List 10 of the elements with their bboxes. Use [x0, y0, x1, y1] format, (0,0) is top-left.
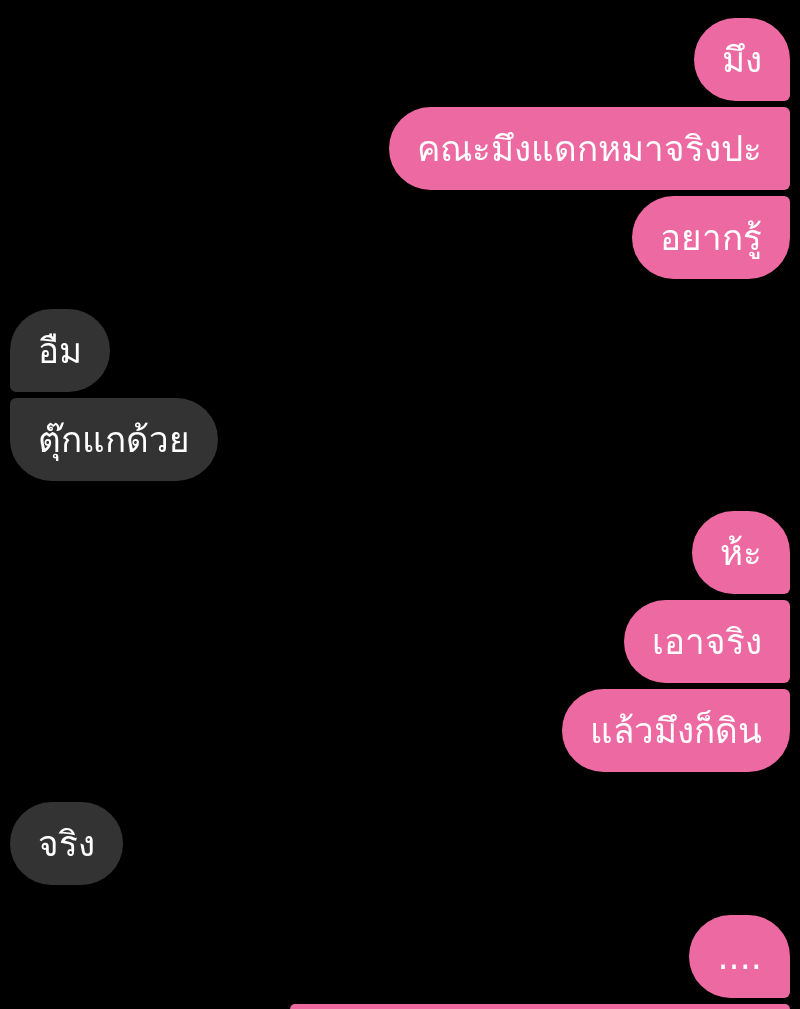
message-bubble: มึง: [694, 18, 790, 101]
message-bubble: อืม: [10, 309, 110, 392]
message-bubble: ห้ะ: [692, 511, 790, 594]
message-bubble: ตุ๊กแกด้วย: [10, 398, 218, 481]
message-bubble: จริง: [10, 802, 123, 885]
message-bubble: คณะมึงแดกหมาจริงปะ: [389, 107, 790, 190]
message-bubble: แล้วมึงก็ดิน: [562, 689, 790, 772]
message-bubble: ....: [689, 915, 790, 998]
message-bubble: เอาจริง: [624, 600, 790, 683]
message-bubble: อยากรู้: [632, 196, 790, 279]
